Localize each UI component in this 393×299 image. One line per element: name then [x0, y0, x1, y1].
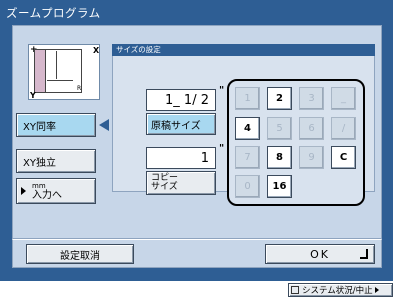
keypad-key-9[interactable]: 9 [299, 146, 324, 169]
status-box-icon [291, 286, 299, 294]
size-settings-title: サイズの設定 [112, 44, 375, 56]
copy-size-value: 1 [200, 150, 209, 166]
cancel-settings-button[interactable]: 設定取消 [26, 244, 134, 264]
original-size-value: 1_ 1/ 2 [165, 92, 209, 108]
y-axis-line [56, 51, 57, 79]
original-size-display: 1_ 1/ 2 [146, 89, 216, 111]
keypad-key-slash[interactable]: / [331, 117, 356, 140]
keypad-key-0[interactable]: 0 [235, 175, 260, 198]
system-status-label: システム状況/中止 [302, 286, 373, 296]
selection-arrow-icon [99, 119, 109, 131]
keypad-key-underscore[interactable]: _ [331, 87, 356, 110]
mm-input-label: 入力へ [32, 190, 62, 201]
cancel-settings-label: 設定取消 [60, 250, 100, 262]
enter-icon [360, 249, 368, 259]
ok-button[interactable]: OK [265, 244, 375, 264]
zoom-preview-diagram: + X Y R [28, 44, 100, 100]
keypad-key-6[interactable]: 6 [299, 117, 324, 140]
ok-label: OK [310, 247, 330, 261]
window-title: ズームプログラム [6, 6, 101, 20]
xy-independent-label: XY独立 [23, 157, 56, 169]
inch-unit-mark: " [219, 85, 225, 96]
keypad-key-1[interactable]: 1 [235, 87, 260, 110]
keypad-key-5[interactable]: 5 [267, 117, 292, 140]
system-status-button[interactable]: システム状況/中止 [288, 283, 393, 297]
xy-same-ratio-label: XY同率 [23, 121, 56, 133]
xy-independent-button[interactable]: XY独立 [16, 149, 96, 173]
y-axis-label: Y [30, 91, 36, 100]
keypad-key-2[interactable]: 2 [267, 87, 292, 110]
inch-unit-mark-copy: " [219, 143, 225, 154]
xy-same-ratio-button[interactable]: XY同率 [16, 113, 96, 137]
x-axis-line [47, 80, 73, 81]
x-axis-label: X [93, 46, 100, 55]
keypad-key-4[interactable]: 4 [235, 117, 260, 140]
r-label: R [77, 85, 82, 92]
copy-size-label-line2: サイズ [151, 182, 178, 192]
triangle-right-icon [21, 187, 26, 195]
mm-input-button[interactable]: mm 入力へ [16, 178, 96, 204]
copy-size-display: 1 [146, 147, 216, 169]
original-size-label: 原稿サイズ [151, 120, 201, 132]
keypad-key-7[interactable]: 7 [235, 146, 260, 169]
keypad-key-16[interactable]: 16 [267, 175, 292, 198]
reduced-area-shape [34, 49, 46, 93]
keypad-key-c[interactable]: C [331, 146, 356, 169]
numeric-keypad: 1 2 3 _ 4 5 6 / 7 8 9 C 0 16 [227, 79, 365, 206]
keypad-key-3[interactable]: 3 [299, 87, 324, 110]
copy-size-button[interactable]: コピー サイズ [146, 171, 216, 195]
keypad-key-8[interactable]: 8 [267, 146, 292, 169]
arrow-right-icon [374, 287, 379, 293]
original-size-button[interactable]: 原稿サイズ [146, 113, 216, 135]
